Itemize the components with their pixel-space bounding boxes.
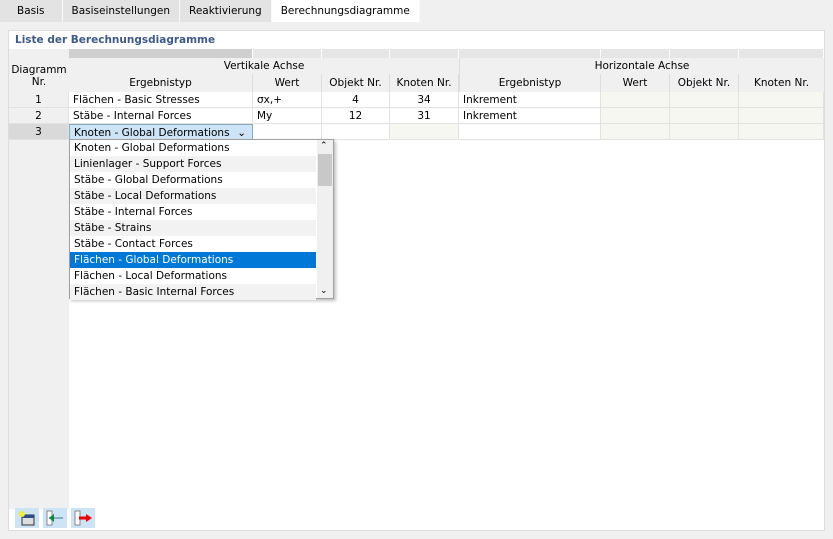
tabs: Basis Basiseinstellungen Reaktivierung B… — [0, 0, 420, 22]
header-band — [601, 49, 670, 58]
export-button[interactable] — [71, 508, 95, 528]
cell-v-value[interactable]: σx,+ — [253, 92, 322, 108]
col-header-v-node: Knoten Nr. — [390, 74, 459, 92]
col-header-v-value: Wert — [253, 74, 322, 92]
col-header-diagram: Diagramm Nr. — [9, 64, 69, 88]
row-number[interactable]: 2 — [9, 108, 69, 124]
header-band — [739, 49, 824, 58]
scroll-down-icon[interactable]: ⌄ — [320, 286, 328, 296]
col-header-h-type: Ergebnistyp — [459, 74, 601, 92]
dropdown-option[interactable]: Flächen - Basic Internal Forces — [70, 284, 316, 300]
cell-v-node[interactable] — [390, 124, 459, 140]
cell-v-value[interactable] — [253, 124, 322, 140]
tab-basiseinstellungen[interactable]: Basiseinstellungen — [62, 0, 180, 22]
chevron-down-icon: ⌄ — [237, 127, 246, 139]
cell-h-type[interactable]: Inkrement — [459, 92, 601, 108]
tab-basis[interactable]: Basis — [0, 0, 63, 22]
cell-h-value[interactable] — [601, 108, 670, 124]
header-band — [322, 49, 390, 58]
cell-v-node[interactable]: 31 — [390, 108, 459, 124]
result-type-combobox[interactable]: Knoten - Global Deformations ⌄ — [69, 124, 253, 140]
cell-v-obj[interactable] — [322, 124, 390, 140]
import-button[interactable] — [43, 508, 67, 528]
scroll-up-icon[interactable]: ⌃ — [320, 141, 328, 151]
dropdown-scrollbar[interactable]: ⌃ ⌄ — [317, 140, 333, 298]
header-band — [390, 49, 459, 58]
cell-h-type[interactable] — [459, 124, 601, 140]
col-header-v-object: Objekt Nr. — [322, 74, 390, 92]
cell-h-node[interactable] — [739, 108, 824, 124]
dropdown-option[interactable]: Stäbe - Internal Forces — [70, 204, 316, 220]
group-header-vertical: Vertikale Achse — [69, 58, 459, 74]
panel-title: Liste der Berechnungsdiagramme — [15, 34, 216, 46]
cell-v-obj[interactable]: 12 — [322, 108, 390, 124]
dropdown-option[interactable]: Stäbe - Local Deformations — [70, 188, 316, 204]
header-band — [459, 49, 601, 58]
cell-h-type[interactable]: Inkrement — [459, 108, 601, 124]
cell-v-node[interactable]: 34 — [390, 92, 459, 108]
cell-v-type[interactable]: Stäbe - Internal Forces — [69, 108, 253, 124]
import-icon — [46, 510, 63, 526]
cell-v-value[interactable]: My — [253, 108, 322, 124]
row-number[interactable]: 3 — [9, 124, 69, 140]
diagram-list-panel: Liste der Berechnungsdiagramme Diagramm … — [8, 30, 825, 531]
cell-h-value[interactable] — [601, 124, 670, 140]
dropdown-option[interactable]: Knoten - Global Deformations — [70, 140, 316, 156]
tab-reaktivierung[interactable]: Reaktivierung — [180, 0, 272, 22]
cell-h-obj[interactable] — [670, 124, 739, 140]
col-header-nr-label: Nr. — [31, 76, 47, 88]
dropdown-option[interactable]: Stäbe - Strains — [70, 220, 316, 236]
cell-h-obj[interactable] — [670, 92, 739, 108]
new-diagram-button[interactable] — [15, 508, 39, 528]
col-header-v-type: Ergebnistyp — [69, 74, 253, 92]
dropdown-option[interactable]: Stäbe - Contact Forces — [70, 236, 316, 252]
col-header-h-node: Knoten Nr. — [739, 74, 824, 92]
header-band — [69, 49, 253, 58]
header-band — [253, 49, 322, 58]
scrollbar-thumb[interactable] — [318, 154, 332, 186]
col-header-h-value: Wert — [601, 74, 670, 92]
col-header-diagram-label: Diagramm — [11, 64, 67, 76]
dropdown-option[interactable]: Linienlager - Support Forces — [70, 156, 316, 172]
group-header-horizontal: Horizontale Achse — [459, 58, 824, 74]
row-number[interactable]: 1 — [9, 92, 69, 108]
dropdown-option[interactable]: Flächen - Local Deformations — [70, 268, 316, 284]
combobox-value: Knoten - Global Deformations — [74, 127, 230, 139]
dropdown-option[interactable]: Flächen - Global Deformations — [70, 252, 316, 268]
cell-v-obj[interactable]: 4 — [322, 92, 390, 108]
col-header-h-object: Objekt Nr. — [670, 74, 739, 92]
new-diagram-icon — [19, 511, 35, 526]
cell-h-node[interactable] — [739, 124, 824, 140]
header-band — [670, 49, 739, 58]
dropdown-option[interactable]: Stäbe - Global Deformations — [70, 172, 316, 188]
cell-v-type[interactable]: Flächen - Basic Stresses — [69, 92, 253, 108]
tab-berechnungsdiagramme[interactable]: Berechnungsdiagramme — [271, 0, 420, 22]
cell-h-value[interactable] — [601, 92, 670, 108]
cell-h-node[interactable] — [739, 92, 824, 108]
export-icon — [74, 510, 92, 526]
result-type-dropdown-list[interactable]: Knoten - Global Deformations Linienlager … — [69, 139, 334, 300]
cell-h-obj[interactable] — [670, 108, 739, 124]
